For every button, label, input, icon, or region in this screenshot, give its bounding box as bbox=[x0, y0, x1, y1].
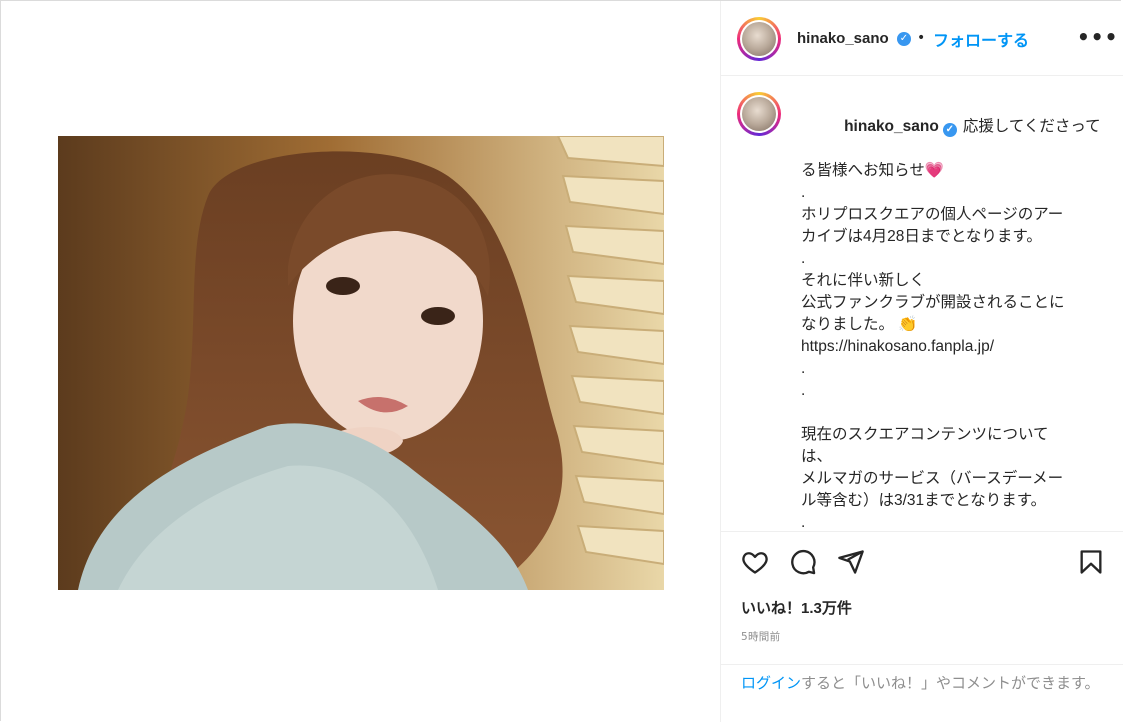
caption-line bbox=[801, 402, 1101, 424]
login-prompt-rest: すると「いいね！」やコメントができます。 bbox=[801, 675, 1100, 692]
caption-line: 公式ファンクラブが開設されることに bbox=[801, 294, 1065, 311]
caption-line: . bbox=[801, 514, 806, 531]
separator-dot: • bbox=[917, 30, 926, 46]
caption-line: カイブは4月28日までとなります。 bbox=[801, 228, 1042, 245]
post-timestamp[interactable]: 5時間前 bbox=[741, 629, 780, 644]
verified-badge-icon: ✓ bbox=[897, 32, 911, 46]
verified-badge-icon: ✓ bbox=[942, 123, 957, 137]
login-prompt-text: ログインすると「いいね！」やコメントができます。 bbox=[741, 673, 1101, 694]
clap-emoji-icon: 👏 bbox=[898, 316, 918, 333]
bookmark-icon[interactable] bbox=[1077, 548, 1105, 576]
login-link[interactable]: ログイン bbox=[741, 675, 801, 692]
caption-line: それに伴い新しく bbox=[801, 272, 926, 289]
post-photo[interactable] bbox=[58, 136, 664, 590]
caption-line: なりました。 bbox=[801, 316, 895, 333]
caption-first-line: 応援してくださって bbox=[962, 118, 1101, 135]
more-options-icon[interactable]: ••• bbox=[1077, 27, 1118, 47]
follow-button[interactable]: フォローする bbox=[933, 27, 1029, 51]
instagram-post: hinako_sano ✓ • フォローする ••• hinako_sano ✓ 応… bbox=[0, 0, 1123, 722]
caption-line: は、 bbox=[801, 448, 833, 465]
header-username[interactable]: hinako_sano bbox=[797, 30, 889, 47]
caption-line: . bbox=[801, 184, 806, 201]
heart-icon[interactable] bbox=[741, 548, 769, 576]
post-media-area bbox=[1, 1, 720, 722]
caption-line: . bbox=[801, 360, 806, 377]
portrait-illustration bbox=[58, 136, 664, 590]
post-header: hinako_sano ✓ • フォローする ••• bbox=[721, 1, 1123, 76]
profile-avatar[interactable] bbox=[737, 17, 781, 61]
likes-count[interactable]: いいね！1.3万件 bbox=[741, 597, 852, 618]
post-sidebar: hinako_sano ✓ • フォローする ••• hinako_sano ✓ 応… bbox=[720, 1, 1123, 722]
caption-line: ル等含む）は3/31までとなります。 bbox=[801, 492, 1047, 509]
caption-line: . bbox=[801, 382, 806, 399]
comment-icon[interactable] bbox=[789, 548, 817, 576]
caption-line: ホリプロスクエアの個人ページのアー bbox=[801, 206, 1064, 223]
caption-username[interactable]: hinako_sano bbox=[844, 118, 939, 135]
login-prompt: ログインすると「いいね！」やコメントができます。 bbox=[721, 664, 1123, 722]
caption-section: hinako_sano ✓ 応援してくださって る皆様へお知らせ💗 . ホリプロスク… bbox=[721, 76, 1123, 532]
caption-line: . bbox=[801, 250, 806, 267]
paper-plane-icon[interactable] bbox=[837, 548, 865, 576]
heart-emoji-icon: 💗 bbox=[924, 162, 945, 179]
caption-link[interactable]: https://hinakosano.fanpla.jp/ bbox=[801, 336, 1101, 358]
caption-line: 現在のスクエアコンテンツについて bbox=[801, 426, 1049, 443]
caption-line: メルマガのサービス（バースデーメー bbox=[801, 470, 1064, 487]
caption-avatar[interactable] bbox=[737, 92, 781, 136]
caption-text: hinako_sano ✓ 応援してくださって る皆様へお知らせ💗 . ホリプロスク… bbox=[801, 94, 1101, 531]
caption-line: る皆様へお知らせ bbox=[801, 162, 925, 179]
action-bar bbox=[721, 532, 1123, 592]
